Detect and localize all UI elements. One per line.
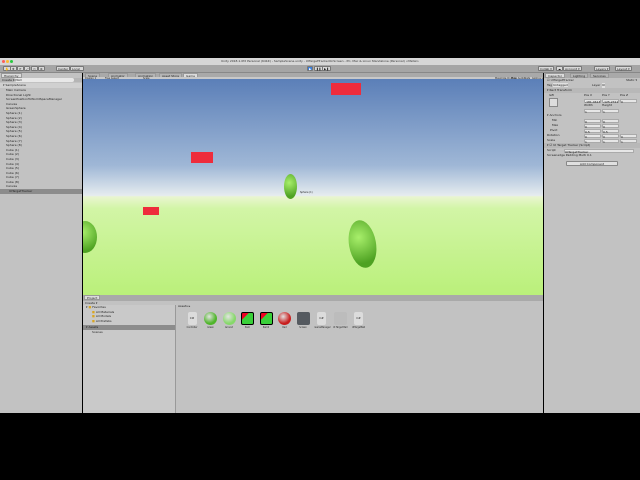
blank-icon (333, 312, 347, 325)
rot-x[interactable]: 0 (584, 134, 601, 139)
script-icon: C# (354, 312, 363, 325)
pos-z-field[interactable]: 0 (620, 99, 637, 104)
asset-item[interactable]: Item2 (259, 312, 273, 329)
fav-item[interactable]: ■ All Prefabs (83, 319, 175, 324)
scene-name: SampleScene (5, 83, 26, 87)
hierarchy-item[interactable]: UITargetTracker (0, 189, 82, 194)
hierarchy-list: Main Camera Directional Light ScreenPositi… (0, 88, 82, 194)
tex-icon (259, 312, 273, 325)
pos-x-field[interactable]: -181.4613 (584, 99, 601, 104)
max-x[interactable]: 0 (584, 124, 601, 129)
scale-y[interactable]: 1 (602, 139, 619, 144)
scale-tool[interactable]: ⤢ (24, 66, 31, 71)
tab-project[interactable]: Project (84, 295, 101, 300)
title-bar: Unity 2018.1.0f2 Personal (64bit) - Samp… (0, 58, 640, 65)
target-label: Sphere (1) (300, 191, 313, 194)
asset-item[interactable]: C# Controller (185, 312, 199, 329)
asset-label: Controller (186, 326, 198, 329)
layers-dropdown[interactable]: Layers ▾ (594, 66, 611, 71)
project-tree: ▾ ■ Favorites ■ All Materials ■ All Mode… (83, 305, 176, 413)
sphere-icon (204, 312, 217, 325)
play-button[interactable]: ▶ (307, 66, 314, 71)
asset-label: Ground (224, 326, 234, 329)
collab-button[interactable]: Collab ▾ (538, 66, 554, 71)
scale-z[interactable]: 1 (620, 139, 637, 144)
min-x[interactable]: 0 (584, 119, 601, 124)
hierarchy-panel: Hierarchy Create ▾ Q▾All ▾ SampleScene M… (0, 73, 82, 413)
asset-label: Green (207, 326, 214, 329)
rotate-tool[interactable]: ⟳ (17, 66, 24, 71)
project-panel: Project Create ▾ ▾ ■ Favorites ■ All Mat… (83, 295, 543, 413)
transform-tool[interactable]: ⚙ (38, 66, 45, 71)
account-dropdown[interactable]: Account ▾ (563, 66, 582, 71)
asset-item[interactable]: C# UITargetBall (352, 312, 366, 329)
asset-item[interactable]: Green (204, 312, 218, 329)
toolbar: ✋ ✥ ⟳ ⤢ ▭ ⚙ Center Local ▶ ❚❚ ▶❚ Collab … (0, 65, 640, 73)
width-field[interactable]: 1 (584, 109, 601, 114)
red-cube (143, 207, 159, 215)
asset-label: Item (245, 326, 250, 329)
pivot-y[interactable]: 0.5 (602, 129, 619, 134)
asset-label: UITargetBall (351, 326, 366, 329)
pivot-x[interactable]: 0.5 (584, 129, 601, 134)
script-icon: C# (317, 312, 326, 325)
asset-item[interactable]: Screen (296, 312, 310, 329)
rect-tool[interactable]: ▭ (31, 66, 38, 71)
asset-item[interactable]: C# GameManager (314, 312, 331, 329)
red-cube (331, 83, 361, 95)
script-field[interactable]: UITargetTracker (564, 149, 634, 154)
asset-label: UI Target Ball (333, 326, 348, 329)
asset-item[interactable]: Red (278, 312, 292, 329)
minimize-icon[interactable] (6, 60, 9, 63)
zoom-icon[interactable] (10, 60, 13, 63)
game-view[interactable]: Sphere (1) (83, 79, 543, 295)
asset-item[interactable]: UI Target Ball (333, 312, 347, 329)
tex-icon (241, 312, 254, 325)
asset-label: Red (282, 326, 287, 329)
scale-x[interactable]: 1 (584, 139, 601, 144)
close-icon[interactable] (2, 60, 5, 63)
tag-dropdown[interactable]: Untagged (553, 83, 568, 87)
inspector-panel: Inspector Lighting Services ☑ UITargetTr… (544, 73, 640, 413)
layout-dropdown[interactable]: Layout ▾ (615, 66, 632, 71)
hierarchy-search[interactable]: Q▾All (14, 78, 74, 82)
window-title: Unity 2018.1.0f2 Personal (64bit) - Samp… (220, 59, 420, 63)
step-button[interactable]: ▶❚ (322, 66, 331, 71)
create-dropdown[interactable]: Create ▾ (0, 78, 14, 82)
asset-label: GameManager (314, 326, 331, 329)
red-cube (191, 152, 213, 163)
green-sphere (83, 221, 97, 253)
asset-item[interactable]: Ground (222, 312, 236, 329)
asset-grid: C# Controller Green Ground Item Item2 Red Scree… (179, 295, 539, 355)
script-icon: C# (187, 312, 197, 325)
move-tool[interactable]: ✥ (10, 66, 17, 71)
min-y[interactable]: 0 (602, 119, 619, 124)
scenes-folder[interactable]: Scenes (83, 330, 175, 335)
folder-icon (296, 312, 310, 325)
green-sphere (284, 174, 297, 199)
sphere-icon (222, 312, 236, 325)
rot-y[interactable]: 0 (602, 134, 619, 139)
max-y[interactable]: 0 (602, 124, 619, 129)
pos-y-field[interactable]: -125.2311 (602, 99, 619, 104)
green-sphere (345, 218, 380, 270)
height-field[interactable]: 1 (602, 109, 619, 114)
asset-label: Item2 (262, 326, 270, 329)
pivot-toggle[interactable]: Center (56, 66, 70, 71)
add-component-button[interactable]: Add Component (566, 161, 618, 166)
asset-label: Screen (299, 326, 307, 329)
padding-field[interactable]: Screenedge Padding Multi 0.1 (544, 153, 640, 158)
asset-item[interactable]: Item (241, 312, 255, 329)
cloud-button[interactable]: ☁ (556, 66, 563, 71)
rot-z[interactable]: 0 (620, 134, 637, 139)
space-toggle[interactable]: Local (70, 66, 84, 71)
object-name[interactable]: UITargetTracker (551, 78, 574, 82)
sphere-icon (278, 312, 291, 325)
